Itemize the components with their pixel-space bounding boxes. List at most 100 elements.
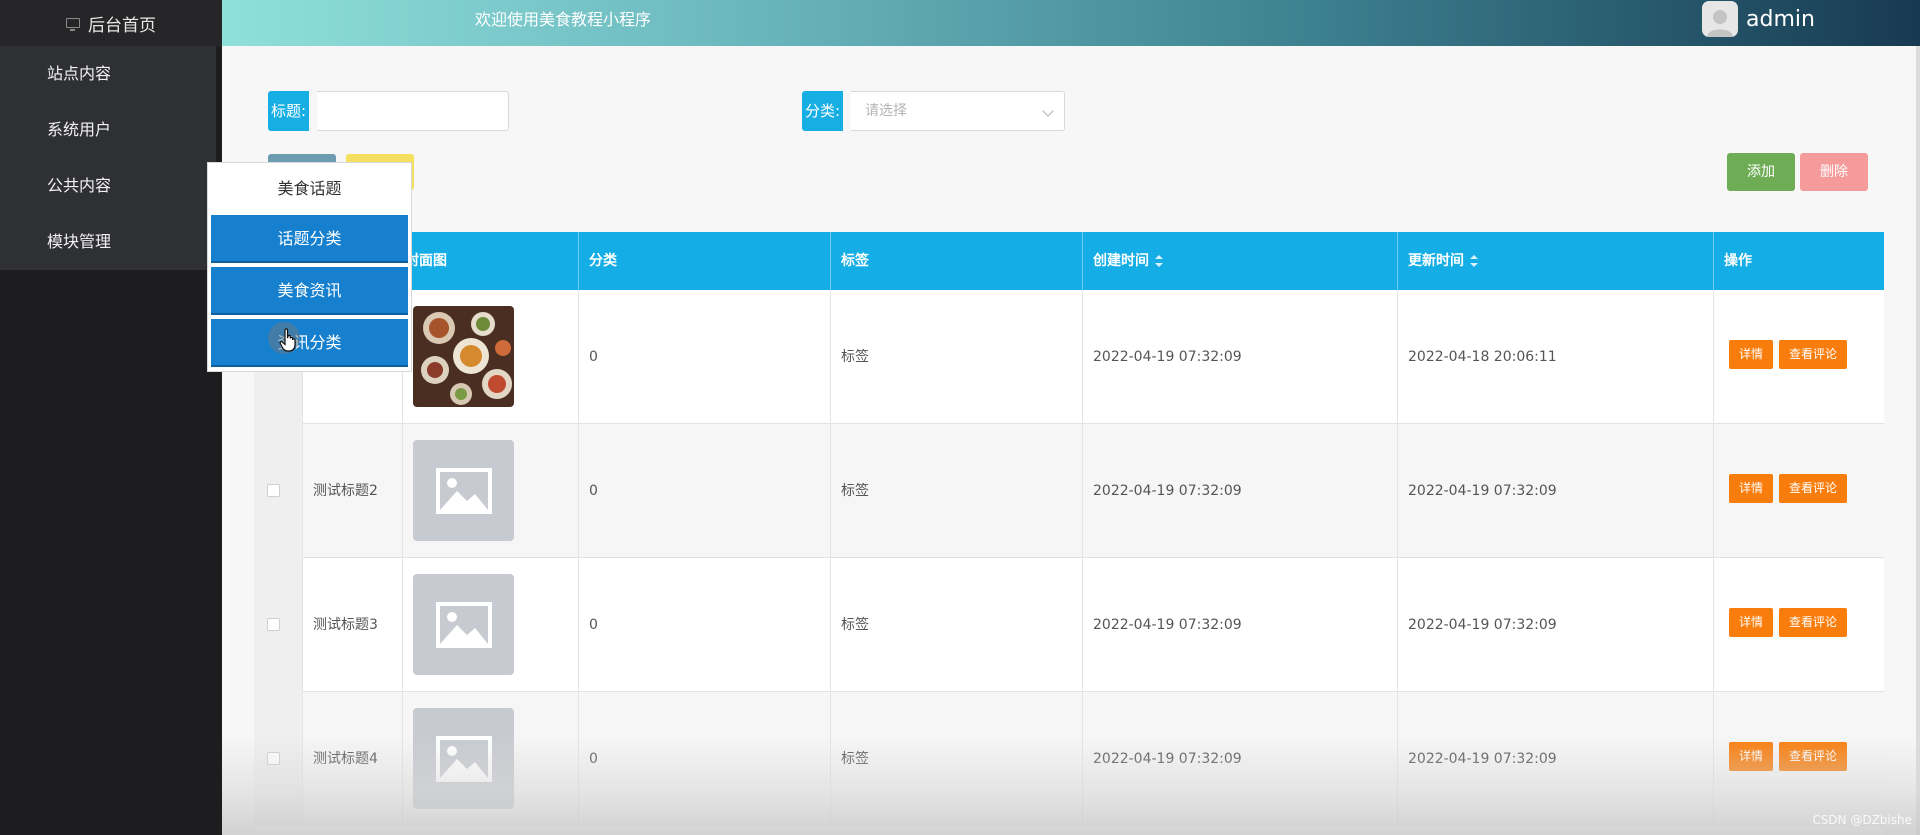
sidebar-item-module-management[interactable]: 模块管理: [0, 214, 216, 270]
category-select-placeholder: 请选择: [865, 103, 907, 119]
table-row: [254, 826, 1884, 835]
row-title-cell: 测试标题2: [303, 424, 403, 558]
row-category: 0: [589, 751, 598, 767]
submenu-title[interactable]: 美食话题: [208, 163, 411, 215]
main-content: 标题: 分类: 请选择 添加 删除 封面图 分类 标签 创建时间 更新时间 操作: [222, 46, 1916, 835]
user-menu[interactable]: admin: [1702, 0, 1815, 38]
header-category: 分类: [579, 232, 831, 290]
row-category: 0: [589, 483, 598, 499]
add-button[interactable]: 添加: [1727, 153, 1795, 191]
sidebar: 后台首页 站点内容 系统用户 公共内容 模块管理: [0, 0, 222, 835]
row-tags-cell: 标签: [831, 692, 1083, 826]
detail-button[interactable]: 详情: [1729, 742, 1774, 771]
image-placeholder[interactable]: [413, 708, 514, 809]
row-title: 测试标题2: [313, 483, 378, 499]
submenu-item-topic-category[interactable]: 话题分类: [211, 215, 408, 263]
view-comments-button[interactable]: 查看评论: [1779, 742, 1848, 771]
table-row: 测试标题2 0 标签 2022-04-19 07:32:09 2022-04-1…: [254, 424, 1884, 558]
submenu-item-food-news[interactable]: 美食资讯: [211, 267, 408, 315]
user-icon: [1707, 10, 1733, 37]
row-updated-cell: 2022-04-19 07:32:09: [1398, 558, 1714, 692]
welcome-text: 欢迎使用美食教程小程序: [475, 10, 652, 29]
sort-icon: [1155, 255, 1163, 267]
row-tags: 标签: [841, 349, 869, 365]
row-cover-cell: [403, 424, 579, 558]
row-tags: 标签: [841, 751, 869, 767]
monitor-icon: [66, 18, 80, 31]
row-updated-cell: 2022-04-18 20:06:11: [1398, 290, 1714, 424]
header-updated[interactable]: 更新时间: [1398, 232, 1714, 290]
row-updated: 2022-04-19 07:32:09: [1408, 617, 1557, 633]
hand-cursor-icon: [279, 328, 296, 352]
row-category-cell: 0: [579, 290, 831, 424]
detail-button[interactable]: 详情: [1729, 608, 1774, 637]
watermark: CSDN @DZbishe: [1812, 813, 1912, 827]
category-filter-label: 分类:: [802, 91, 844, 131]
header-created[interactable]: 创建时间: [1083, 232, 1398, 290]
sort-icon: [1470, 255, 1478, 267]
view-comments-button[interactable]: 查看评论: [1779, 340, 1848, 369]
row-cover-cell: [403, 290, 579, 424]
row-category-cell: 0: [579, 558, 831, 692]
view-comments-button[interactable]: 查看评论: [1779, 608, 1848, 637]
sidebar-item-site-content[interactable]: 站点内容: [0, 46, 216, 102]
row-created-cell: 2022-04-19 07:32:09: [1083, 558, 1398, 692]
row-updated: 2022-04-18 20:06:11: [1408, 349, 1557, 365]
row-updated-cell: 2022-04-19 07:32:09: [1398, 424, 1714, 558]
image-icon: [435, 601, 492, 648]
row-cover-cell: [403, 692, 579, 826]
row-tags-cell: 标签: [831, 290, 1083, 424]
row-category: 0: [589, 617, 598, 633]
title-filter-input[interactable]: [317, 91, 509, 131]
table-row: 0 标签 2022-04-19 07:32:09 2022-04-18 20:0…: [254, 290, 1884, 424]
sidebar-item-public-content[interactable]: 公共内容: [0, 158, 216, 214]
row-tags-cell: 标签: [831, 424, 1083, 558]
view-comments-button[interactable]: 查看评论: [1779, 474, 1848, 503]
row-checkbox[interactable]: [267, 752, 280, 765]
row-category: 0: [589, 349, 598, 365]
row-title-cell: 测试标题4: [303, 692, 403, 826]
row-cover-cell: [403, 558, 579, 692]
row-created: 2022-04-19 07:32:09: [1093, 483, 1242, 499]
row-created: 2022-04-19 07:32:09: [1093, 751, 1242, 767]
avatar: [1702, 1, 1738, 37]
header-created-label: 创建时间: [1093, 253, 1149, 269]
row-created: 2022-04-19 07:32:09: [1093, 349, 1242, 365]
row-category-cell: 0: [579, 424, 831, 558]
header-tags: 标签: [831, 232, 1083, 290]
row-updated-cell: 2022-04-19 07:32:09: [1398, 692, 1714, 826]
row-tags: 标签: [841, 617, 869, 633]
scrollbar[interactable]: [1916, 46, 1920, 835]
submenu-item-news-category[interactable]: 资讯分类: [211, 319, 408, 367]
row-created: 2022-04-19 07:32:09: [1093, 617, 1242, 633]
row-category-cell: 0: [579, 692, 831, 826]
delete-button[interactable]: 删除: [1800, 153, 1868, 191]
detail-button[interactable]: 详情: [1729, 474, 1774, 503]
food-photo-image: [413, 306, 514, 407]
row-created-cell: 2022-04-19 07:32:09: [1083, 424, 1398, 558]
row-tags-cell: 标签: [831, 558, 1083, 692]
row-checkbox-cell: [254, 558, 303, 692]
image-placeholder[interactable]: [413, 574, 514, 675]
row-ops-cell: 详情 查看评论: [1714, 558, 1884, 692]
food-photo[interactable]: [413, 306, 514, 407]
row-title: 测试标题3: [313, 617, 378, 633]
sidebar-home-label: 后台首页: [88, 15, 156, 36]
row-checkbox[interactable]: [267, 618, 280, 631]
category-select[interactable]: 请选择: [851, 91, 1065, 131]
row-checkbox-cell: [254, 692, 303, 826]
detail-button[interactable]: 详情: [1729, 340, 1774, 369]
row-created-cell: 2022-04-19 07:32:09: [1083, 290, 1398, 424]
table-row: 测试标题3 0 标签 2022-04-19 07:32:09 2022-04-1…: [254, 558, 1884, 692]
row-updated: 2022-04-19 07:32:09: [1408, 751, 1557, 767]
sidebar-home[interactable]: 后台首页: [0, 0, 222, 46]
image-placeholder[interactable]: [413, 440, 514, 541]
row-ops-cell: 详情 查看评论: [1714, 692, 1884, 826]
header-updated-label: 更新时间: [1408, 253, 1464, 269]
sidebar-menu: 站点内容 系统用户 公共内容 模块管理: [0, 46, 216, 270]
sidebar-item-system-users[interactable]: 系统用户: [0, 102, 216, 158]
row-checkbox-cell: [254, 424, 303, 558]
top-header: 欢迎使用美食教程小程序 admin: [222, 0, 1920, 46]
row-tags: 标签: [841, 483, 869, 499]
row-checkbox[interactable]: [267, 484, 280, 497]
